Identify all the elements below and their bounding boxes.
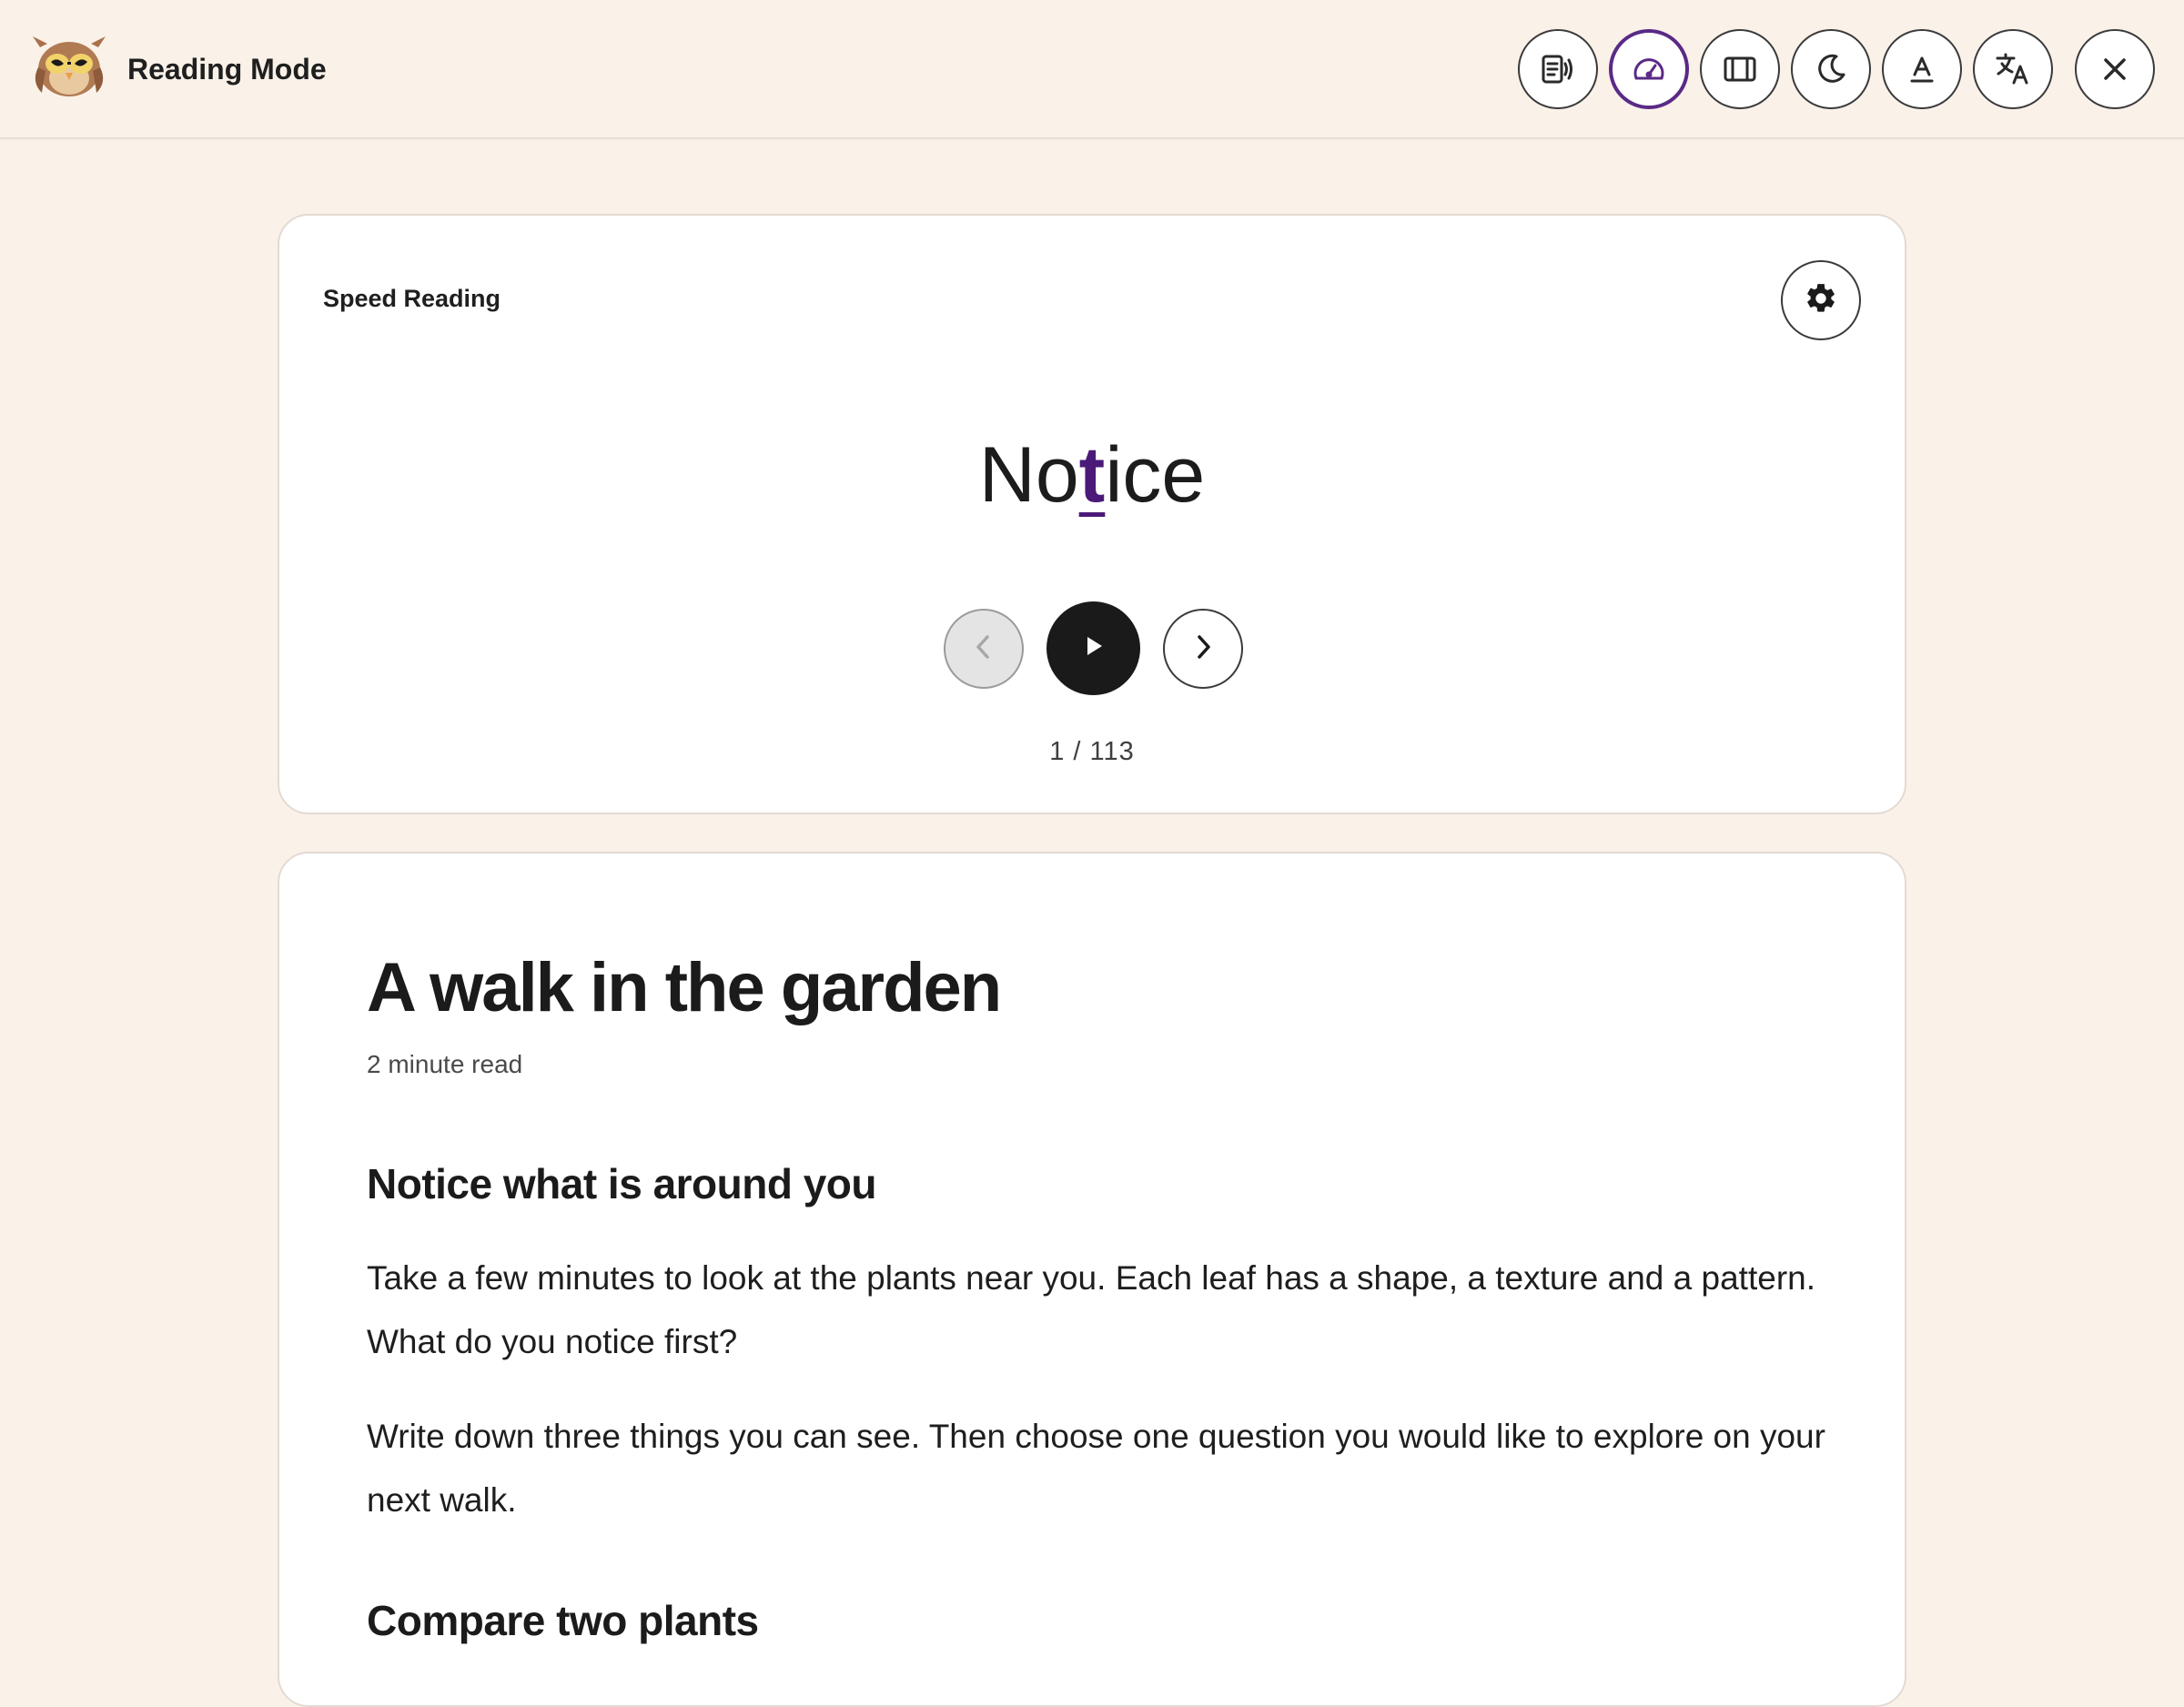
speed-reading-panel: Speed Reading Notice 1 / 113 [278,214,1906,814]
word-progress: 1 / 113 [1049,737,1135,766]
owl-logo-icon [31,35,107,102]
top-bar: Reading Mode [0,0,2184,139]
paragraph: Take a few minutes to look at the plants… [367,1259,1815,1360]
speed-settings-button[interactable] [1781,260,1861,340]
read-aloud-button[interactable] [1518,29,1598,109]
previous-word-button[interactable] [944,609,1024,689]
moon-icon [1813,51,1849,87]
text-style-button[interactable] [1882,29,1962,109]
paragraph: Write down three things you can see. The… [367,1418,1825,1519]
article-panel: A walk in the garden 2 minute read Notic… [278,852,1906,1707]
word-suffix: ice [1105,431,1206,519]
chevron-left-icon [968,631,999,667]
ruler-panel-icon [1722,51,1758,87]
play-icon [1082,634,1106,662]
play-button[interactable] [1046,601,1140,695]
speed-reading-button[interactable] [1609,29,1689,109]
dark-mode-button[interactable] [1791,29,1871,109]
focus-ruler-button[interactable] [1700,29,1780,109]
read-time: 2 minute read [367,1050,523,1078]
close-button[interactable] [2075,29,2155,109]
panel-label: Speed Reading [323,285,501,312]
next-word-button[interactable] [1163,609,1243,689]
current-word: Notice [279,429,1905,520]
word-prefix: No [978,431,1079,519]
gear-icon [1804,281,1838,320]
text-format-icon [1904,51,1940,87]
focus-letter: t [1078,431,1106,519]
app-title: Reading Mode [127,53,327,86]
speedometer-icon [1631,51,1667,87]
chevron-right-icon [1188,631,1218,667]
article-title: A walk in the garden [367,949,1002,1026]
translate-button[interactable] [1973,29,2053,109]
translate-icon [1994,50,2032,88]
read-aloud-icon [1540,51,1576,87]
close-icon [2099,54,2130,85]
section-heading: Notice what is around you [367,1160,877,1207]
